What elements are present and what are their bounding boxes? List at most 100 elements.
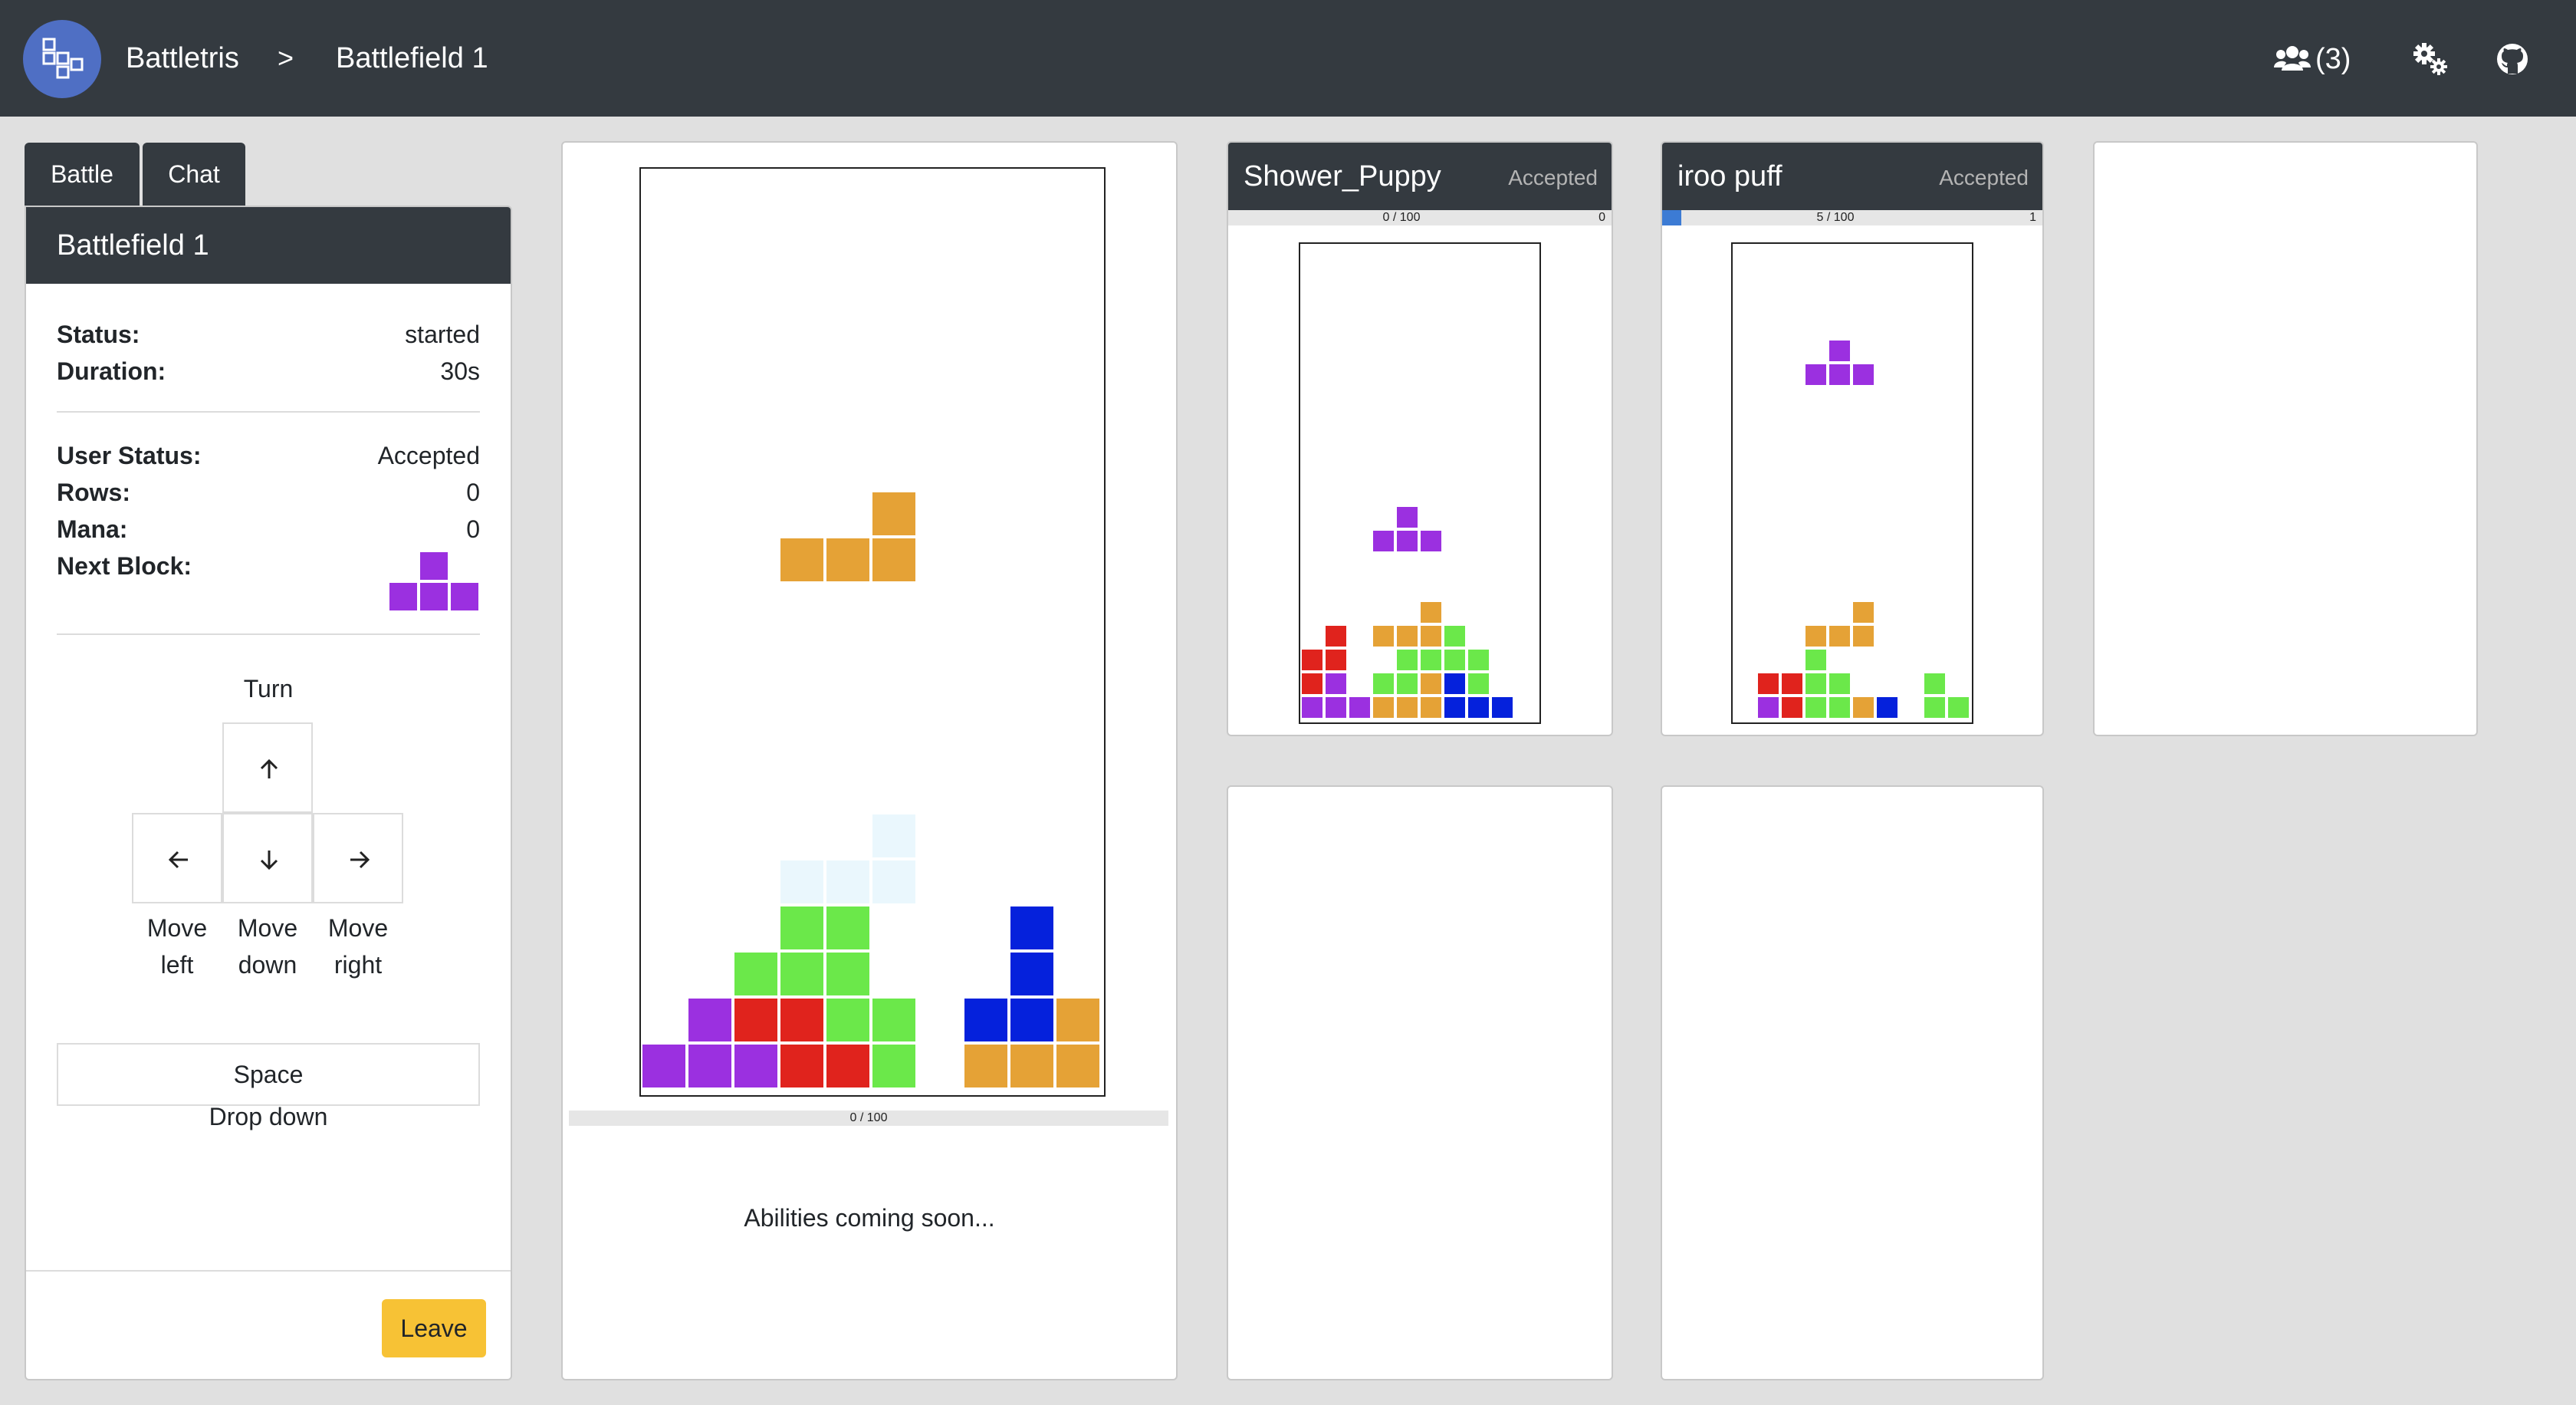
opponent-status: Accepted	[1508, 166, 1598, 189]
active-block	[871, 491, 917, 537]
stack-block	[825, 951, 871, 997]
rows-value: 0	[466, 479, 480, 506]
opponent-block	[1324, 696, 1348, 719]
ghost-block	[871, 859, 917, 905]
ghost-block	[825, 859, 871, 905]
opponent-block	[1300, 672, 1324, 696]
opponent-progress-bar: 5 / 100 1	[1662, 210, 2042, 225]
opponent-block	[1828, 672, 1852, 696]
opponent-block	[1828, 339, 1852, 363]
drop-down-label: Drop down	[209, 1103, 328, 1130]
turn-label: Turn	[243, 675, 294, 702]
tab-battle[interactable]: Battle	[25, 143, 140, 206]
battletris-logo-icon[interactable]	[23, 20, 101, 98]
opponent-block	[1490, 696, 1514, 719]
opponent-block	[1804, 696, 1828, 719]
opponent-block	[1443, 624, 1467, 648]
brand-link[interactable]: Battletris	[126, 38, 239, 78]
opponent-block	[1419, 696, 1443, 719]
opponent-progress-text: 0 / 100	[1382, 211, 1421, 224]
opponent-block	[1348, 696, 1372, 719]
stack-block	[871, 1043, 917, 1089]
opponent-block	[1395, 529, 1419, 553]
opponent-block	[1923, 696, 1947, 719]
opponent-progress-text: 5 / 100	[1816, 211, 1855, 224]
stack-block	[733, 997, 779, 1043]
next-block-label: Next Block:	[57, 552, 192, 580]
opponent-progress-bar: 0 / 100 0	[1228, 210, 1612, 225]
tab-chat[interactable]: Chat	[143, 143, 245, 206]
opponent-block	[1467, 672, 1490, 696]
stack-block	[779, 997, 825, 1043]
rows-row: Rows: 0	[57, 474, 480, 511]
status-value: started	[405, 321, 480, 348]
duration-value: 30s	[440, 357, 480, 385]
user-status-label: User Status:	[57, 442, 202, 469]
opponent-block	[1443, 648, 1467, 672]
move-left-label: Move left	[146, 914, 208, 979]
rows-label: Rows:	[57, 479, 130, 506]
stack-block	[1009, 1043, 1055, 1089]
opponent-block	[1852, 624, 1875, 648]
stack-block	[733, 951, 779, 997]
opponent-block	[1828, 363, 1852, 387]
opponent-block	[1443, 672, 1467, 696]
opponent-header: Shower_Puppy Accepted	[1228, 143, 1612, 210]
opponent-block	[1372, 624, 1395, 648]
player-board-panel: 0 / 100 Abilities coming soon...	[561, 141, 1178, 1380]
space-key[interactable]: Space	[57, 1043, 480, 1106]
stack-block	[733, 1043, 779, 1089]
stack-block	[779, 951, 825, 997]
battle-info-title: Battlefield 1	[26, 207, 511, 284]
opponent-game-board	[1731, 242, 1973, 724]
opponent-block	[1419, 648, 1443, 672]
user-status-value: Accepted	[377, 442, 480, 469]
mana-value: 0	[466, 515, 480, 543]
active-block	[871, 537, 917, 583]
player-progress-bar: 0 / 100	[569, 1111, 1168, 1126]
move-left-key[interactable]	[132, 813, 222, 903]
opponent-block	[1395, 624, 1419, 648]
navbar: Battletris > Battlefield 1 (3)	[0, 0, 2576, 117]
next-block-preview	[388, 551, 480, 612]
turn-key[interactable]	[222, 722, 313, 813]
divider	[57, 633, 480, 635]
move-right-key[interactable]	[313, 813, 403, 903]
opponent-block	[1780, 696, 1804, 719]
opponent-block	[1852, 696, 1875, 719]
opponent-block	[1372, 696, 1395, 719]
move-right-label: Move right	[327, 914, 389, 979]
leave-button[interactable]: Leave	[382, 1299, 486, 1357]
card-footer-divider	[26, 1270, 511, 1272]
move-down-label: Move down	[237, 914, 298, 979]
opponent-block	[1780, 672, 1804, 696]
user-status-row: User Status: Accepted	[57, 437, 480, 474]
opponent-name: Shower_Puppy	[1244, 160, 1441, 192]
ghost-block	[779, 859, 825, 905]
opponent-block	[1300, 648, 1324, 672]
player-game-board[interactable]	[639, 167, 1106, 1097]
opponent-block	[1395, 505, 1419, 529]
gear-icon[interactable]	[2412, 41, 2449, 81]
battle-info-card: Battlefield 1 Status: started Duration: …	[25, 206, 512, 1380]
opponent-block	[1372, 529, 1395, 553]
opponent-block	[1804, 648, 1828, 672]
online-users-count[interactable]: (3)	[2315, 40, 2351, 78]
stack-block	[1009, 951, 1055, 997]
opponent-block	[1756, 696, 1780, 719]
opponent-block	[1467, 696, 1490, 719]
opponent-block	[1828, 696, 1852, 719]
users-icon[interactable]	[2274, 44, 2311, 76]
status-label: Status:	[57, 321, 140, 348]
github-icon[interactable]	[2496, 43, 2528, 79]
ghost-block	[871, 813, 917, 859]
move-down-key[interactable]	[222, 813, 313, 903]
stack-block	[1055, 997, 1101, 1043]
opponent-block	[1443, 696, 1467, 719]
opponent-block	[1419, 672, 1443, 696]
duration-row: Duration: 30s	[57, 353, 480, 390]
opponent-block	[1395, 672, 1419, 696]
arrow-left-icon	[168, 851, 188, 869]
opponent-block	[1804, 672, 1828, 696]
opponent-block	[1419, 600, 1443, 624]
